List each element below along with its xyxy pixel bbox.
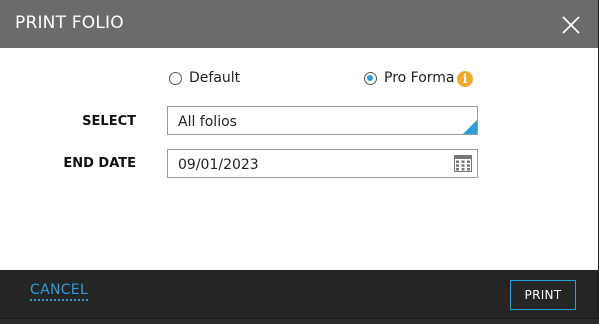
select-label: SELECT	[82, 114, 136, 129]
dialog-header: PRINT FOLIO	[0, 0, 598, 48]
radio-pro-forma-circle	[364, 71, 377, 85]
end-date-value: 09/01/2023	[178, 157, 259, 173]
end-date-field[interactable]: 09/01/2023	[167, 149, 478, 178]
cancel-button[interactable]: CANCEL	[30, 282, 89, 301]
info-icon[interactable]: i	[457, 71, 473, 87]
print-button[interactable]: PRINT	[510, 280, 576, 310]
folio-select-value: All folios	[178, 114, 237, 130]
dialog-title: PRINT FOLIO	[15, 13, 124, 33]
calendar-button[interactable]	[454, 155, 472, 172]
radio-default-label: Default	[189, 70, 241, 86]
print-folio-dialog: PRINT FOLIO Default Pro Forma i SELECT A…	[0, 0, 598, 318]
close-button[interactable]	[560, 14, 582, 36]
dropdown-triangle-icon	[463, 120, 477, 134]
close-icon	[562, 16, 580, 34]
radio-default-circle	[169, 71, 182, 85]
radio-pro-forma-label: Pro Forma	[384, 70, 455, 86]
radio-default[interactable]: Default	[169, 68, 240, 88]
calendar-icon	[454, 155, 472, 172]
end-date-label: END DATE	[63, 156, 136, 171]
dialog-body: Default Pro Forma i SELECT All folios EN…	[0, 48, 598, 270]
folio-select[interactable]: All folios	[167, 106, 478, 135]
radio-pro-forma[interactable]: Pro Forma	[364, 68, 455, 88]
dialog-footer: CANCEL PRINT	[0, 270, 598, 318]
